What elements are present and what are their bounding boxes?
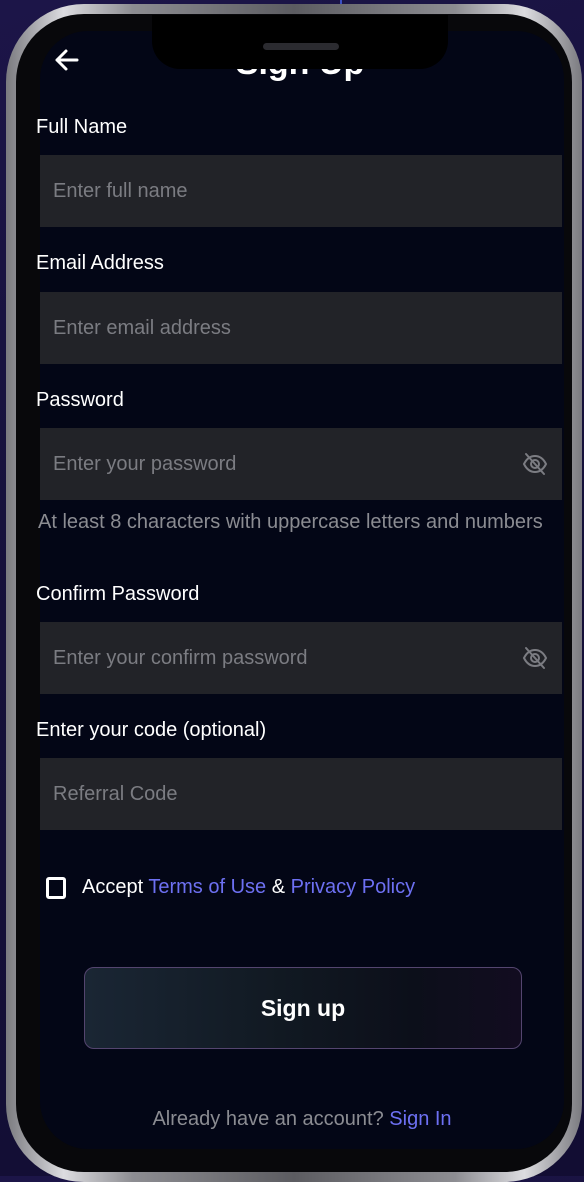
signin-prompt-text: Already have an account?: [152, 1108, 390, 1130]
eye-slash-icon: [522, 453, 548, 475]
referral-label: Enter your code (optional): [36, 719, 267, 741]
accept-text: Accept: [82, 876, 149, 898]
referral-input[interactable]: [53, 758, 493, 830]
confirm-password-input[interactable]: [53, 622, 493, 694]
terms-row: Accept Terms of Use & Privacy Policy: [82, 876, 415, 899]
phone-notch: [152, 15, 448, 69]
arrow-left-icon: [55, 49, 79, 71]
full-name-field[interactable]: [40, 155, 562, 227]
confirm-password-field[interactable]: [40, 622, 562, 694]
terms-separator: &: [266, 876, 291, 898]
eye-slash-icon: [522, 647, 548, 669]
signup-page: Sign Up Full Name Email Address Password…: [0, 0, 584, 1176]
password-label: Password: [36, 389, 124, 411]
terms-checkbox[interactable]: [46, 877, 66, 899]
password-input[interactable]: [53, 428, 493, 500]
sign-in-link[interactable]: Sign In: [389, 1108, 451, 1130]
full-name-input[interactable]: [53, 155, 493, 227]
privacy-policy-link[interactable]: Privacy Policy: [291, 876, 415, 898]
email-input[interactable]: [53, 292, 493, 364]
password-field[interactable]: [40, 428, 562, 500]
confirm-password-visibility-toggle[interactable]: [522, 646, 548, 670]
back-button[interactable]: [52, 45, 82, 75]
referral-field[interactable]: [40, 758, 562, 830]
confirm-password-label: Confirm Password: [36, 583, 200, 605]
full-name-label: Full Name: [36, 116, 128, 138]
email-field[interactable]: [40, 292, 562, 364]
sign-up-button[interactable]: Sign up: [84, 967, 522, 1049]
signin-prompt: Already have an account? Sign In: [0, 1108, 584, 1131]
password-hint: At least 8 characters with uppercase let…: [38, 511, 543, 533]
password-visibility-toggle[interactable]: [522, 452, 548, 476]
terms-of-use-link[interactable]: Terms of Use: [148, 876, 266, 898]
phone-speaker: [263, 43, 339, 50]
email-label: Email Address: [36, 252, 164, 274]
